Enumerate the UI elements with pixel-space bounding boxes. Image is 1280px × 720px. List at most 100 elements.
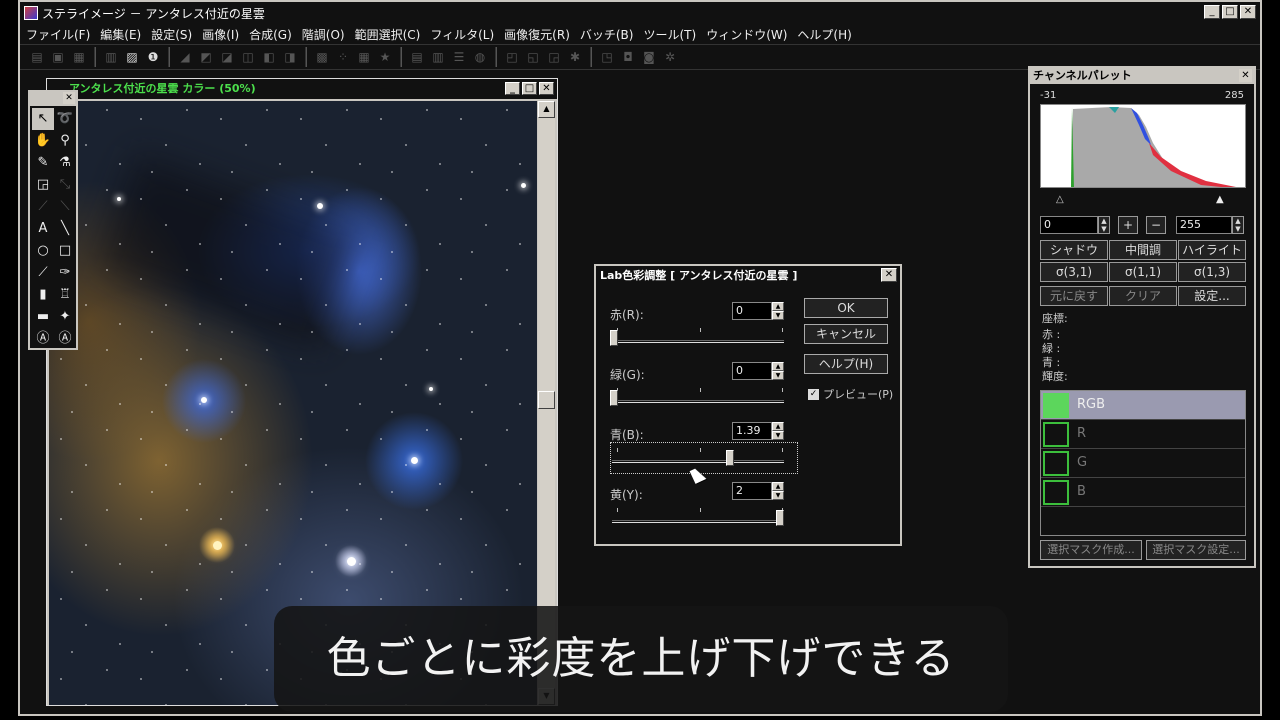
menu-edit[interactable]: 編集(E): [100, 26, 141, 43]
dialog-close-icon[interactable]: ✕: [881, 268, 897, 282]
window-icon[interactable]: ◳: [598, 48, 616, 66]
dots-icon[interactable]: ⁘: [334, 48, 352, 66]
red-spinner[interactable]: ▲ ▼: [772, 302, 784, 320]
doc-minimize-button[interactable]: _: [505, 82, 520, 95]
camera-icon[interactable]: ◘: [619, 48, 637, 66]
brush-tool-icon[interactable]: ⟋: [32, 262, 54, 284]
menu-settings[interactable]: 設定(S): [151, 26, 192, 43]
tool-palette-close-icon[interactable]: ✕: [63, 92, 75, 104]
menu-file[interactable]: ファイル(F): [26, 26, 90, 43]
shadow-marker-icon[interactable]: △: [1056, 194, 1064, 205]
yellow-slider-thumb[interactable]: [776, 510, 784, 526]
layout-icon[interactable]: ▥: [429, 48, 447, 66]
plus-button[interactable]: +: [1118, 216, 1138, 234]
channel-row-r[interactable]: R: [1041, 420, 1245, 449]
scroll-up-button[interactable]: ▲: [538, 101, 555, 118]
ellipse-tool-icon[interactable]: ○: [32, 240, 54, 262]
new-icon[interactable]: ▤: [28, 48, 46, 66]
green-value-input[interactable]: 0: [732, 362, 772, 380]
transform-icon[interactable]: ⤡: [54, 174, 76, 196]
globe-icon[interactable]: ◍: [471, 48, 489, 66]
help-button[interactable]: ヘルプ(H): [804, 354, 888, 374]
print-icon[interactable]: ▦: [70, 48, 88, 66]
crop-icon[interactable]: ◲: [545, 48, 563, 66]
panel-icon[interactable]: ▤: [408, 48, 426, 66]
yellow-value-input[interactable]: 2: [732, 482, 772, 500]
low-level-input[interactable]: 0: [1040, 216, 1098, 234]
minimize-button[interactable]: _: [1204, 5, 1220, 19]
blue-slider-thumb[interactable]: [726, 450, 735, 466]
eyedropper-icon[interactable]: ⚗: [54, 152, 76, 174]
blue-value-input[interactable]: 1.39: [732, 422, 772, 440]
zoom-icon[interactable]: ◰: [503, 48, 521, 66]
rect-select-icon[interactable]: ◲: [32, 174, 54, 196]
menu-tools[interactable]: ツール(T): [643, 26, 696, 43]
adjust-icon[interactable]: ◫: [239, 48, 257, 66]
selection-mask-settings-button[interactable]: 選択マスク設定...: [1146, 540, 1246, 560]
label-box-tool-icon[interactable]: Ⓐ: [54, 328, 76, 350]
frame-icon[interactable]: ◨: [281, 48, 299, 66]
airbrush-icon[interactable]: ✑: [54, 262, 76, 284]
stamp-tool-icon[interactable]: ♖: [54, 284, 76, 306]
list-icon[interactable]: ☰: [450, 48, 468, 66]
doc-maximize-button[interactable]: □: [522, 82, 537, 95]
filter-icon[interactable]: ◧: [260, 48, 278, 66]
histogram[interactable]: [1040, 104, 1246, 188]
shadow-button[interactable]: シャドウ: [1040, 240, 1108, 260]
red-slider-thumb[interactable]: [610, 330, 618, 346]
undo-button[interactable]: 元に戻す: [1040, 286, 1108, 306]
ok-button[interactable]: OK: [804, 298, 888, 318]
minus-button[interactable]: −: [1146, 216, 1166, 234]
menu-window[interactable]: ウィンドウ(W): [706, 26, 787, 43]
highlight-button[interactable]: ハイライト: [1178, 240, 1246, 260]
grid-icon[interactable]: ▩: [313, 48, 331, 66]
wand-icon[interactable]: ✱: [566, 48, 584, 66]
sigma-1-1-button[interactable]: σ(1,1): [1109, 262, 1177, 282]
yellow-slider-track[interactable]: [612, 520, 784, 523]
star-tool-icon[interactable]: ✦: [54, 306, 76, 328]
target-icon[interactable]: ◙: [640, 48, 658, 66]
measure-icon[interactable]: ⟋: [32, 196, 54, 218]
menu-filter[interactable]: フィルタ(L): [430, 26, 494, 43]
menu-help[interactable]: ヘルプ(H): [797, 26, 851, 43]
menu-restore[interactable]: 画像復元(R): [504, 26, 570, 43]
star-icon[interactable]: ★: [376, 48, 394, 66]
zoom-tool-icon[interactable]: ⚲: [54, 130, 76, 152]
midtone-button[interactable]: 中間調: [1109, 240, 1177, 260]
menu-batch[interactable]: バッチ(B): [580, 26, 634, 43]
rectangle-tool-icon[interactable]: □: [54, 240, 76, 262]
fill-tool-icon[interactable]: ▮: [32, 284, 54, 306]
scatter-icon[interactable]: ✲: [661, 48, 679, 66]
levels-icon[interactable]: ◢: [176, 48, 194, 66]
menu-selection[interactable]: 範囲選択(C): [355, 26, 421, 43]
low-level-spinner[interactable]: ▲ ▼: [1098, 216, 1110, 234]
menu-image[interactable]: 画像(I): [202, 26, 239, 43]
lasso-tool-icon[interactable]: ➰: [54, 108, 76, 130]
red-slider-track[interactable]: [612, 340, 784, 343]
channel-row-rgb[interactable]: RGB: [1041, 391, 1245, 420]
channel-row-b[interactable]: B: [1041, 478, 1245, 507]
channel-palette-close-icon[interactable]: ✕: [1239, 69, 1252, 82]
channel-row-g[interactable]: G: [1041, 449, 1245, 478]
sigma-3-1-button[interactable]: σ(3,1): [1040, 262, 1108, 282]
save-icon[interactable]: ▣: [49, 48, 67, 66]
highlight-marker-icon[interactable]: ▲: [1216, 194, 1224, 205]
green-slider-thumb[interactable]: [610, 390, 618, 406]
blue-spinner[interactable]: ▲ ▼: [772, 422, 784, 440]
settings-button[interactable]: 設定...: [1178, 286, 1246, 306]
green-spinner[interactable]: ▲ ▼: [772, 362, 784, 380]
maximize-button[interactable]: □: [1222, 5, 1238, 19]
curve-icon[interactable]: ◩: [197, 48, 215, 66]
doc-close-button[interactable]: ✕: [539, 82, 554, 95]
red-value-input[interactable]: 0: [732, 302, 772, 320]
menu-levels[interactable]: 階調(O): [302, 26, 345, 43]
clear-button[interactable]: クリア: [1109, 286, 1177, 306]
sigma-1-3-button[interactable]: σ(1,3): [1178, 262, 1246, 282]
line-tool-icon[interactable]: ╲: [54, 218, 76, 240]
zoom-tool-icon[interactable]: ◱: [524, 48, 542, 66]
image-view-icon[interactable]: ▨: [123, 48, 141, 66]
scroll-thumb[interactable]: [538, 391, 555, 409]
label-tool-icon[interactable]: Ⓐ: [32, 328, 54, 350]
yellow-spinner[interactable]: ▲ ▼: [772, 482, 784, 500]
high-level-input[interactable]: 255: [1176, 216, 1232, 234]
